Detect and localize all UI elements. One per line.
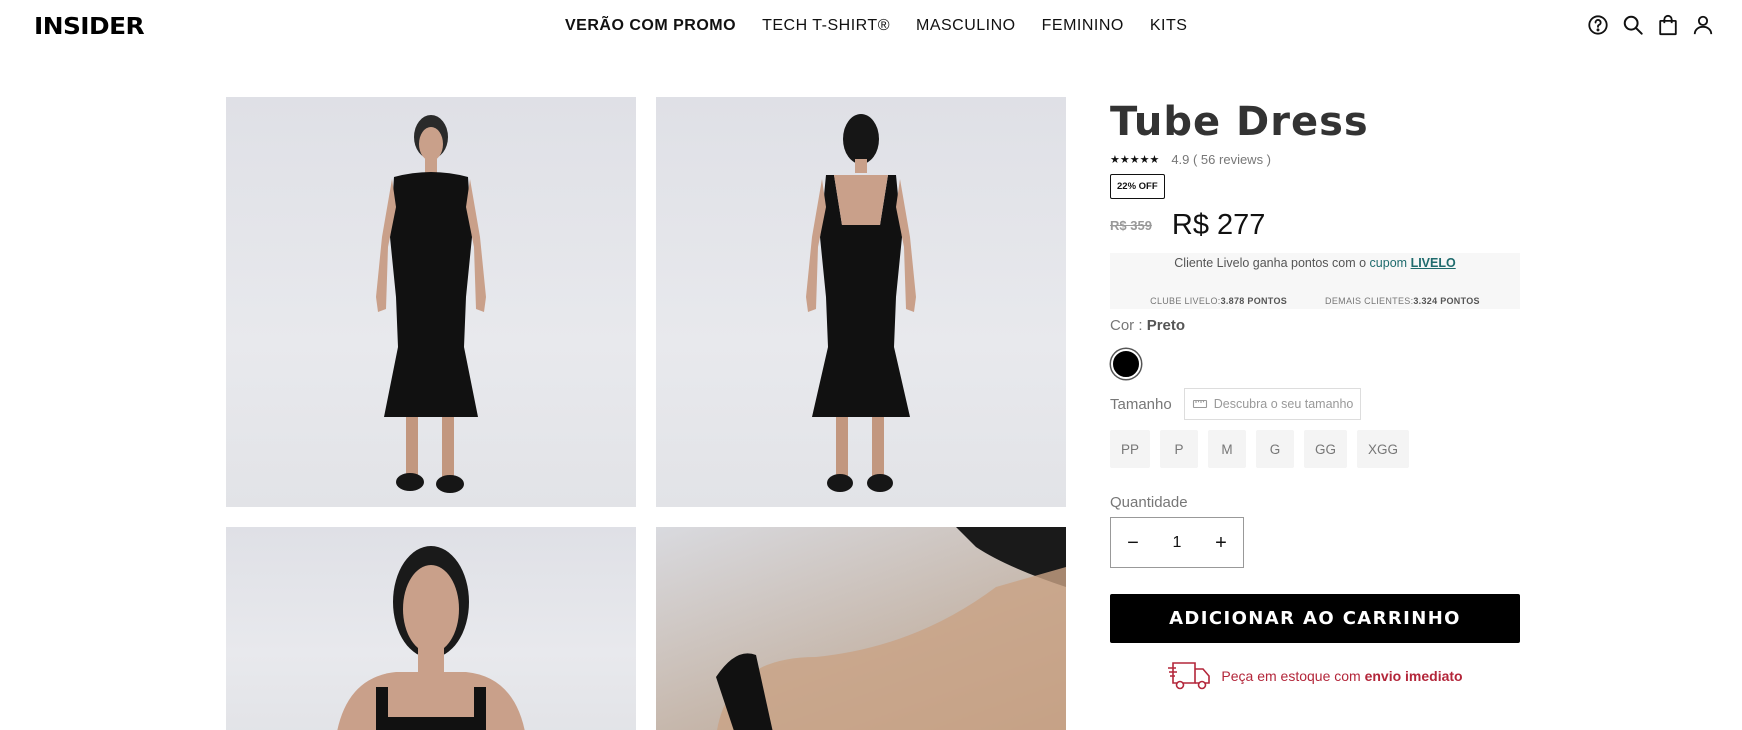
help-icon[interactable] xyxy=(1587,14,1609,36)
rating-row[interactable]: ★★★★★ 4.9 ( 56 reviews ) xyxy=(1110,149,1520,169)
dress-portrait-photo[interactable] xyxy=(226,527,636,730)
quantity-label: Quantidade xyxy=(1110,494,1188,511)
dress-front-photo[interactable] xyxy=(226,97,636,507)
add-to-cart-button[interactable]: ADICIONAR AO CARRINHO xyxy=(1110,594,1520,643)
rating-text[interactable]: 4.9 ( 56 reviews ) xyxy=(1171,152,1271,167)
livelo-other-points: DEMAIS CLIENTES:3.324 PONTOS xyxy=(1325,296,1480,306)
bag-icon[interactable] xyxy=(1657,14,1679,36)
old-price: R$ 359 xyxy=(1110,217,1152,233)
site-logo[interactable]: INSIDER xyxy=(34,15,145,39)
size-option-m[interactable]: M xyxy=(1208,430,1247,468)
user-icon[interactable] xyxy=(1692,14,1714,36)
search-icon[interactable] xyxy=(1622,14,1644,36)
size-label-row: Tamanho Descubra o seu tamanho xyxy=(1110,388,1520,420)
size-option-p[interactable]: P xyxy=(1160,430,1199,468)
livelo-banner: Cliente Livelo ganha pontos com o cupom … xyxy=(1110,253,1520,309)
product-info: Tube Dress ★★★★★ 4.9 ( 56 reviews ) 22% … xyxy=(1110,97,1520,693)
delivery-truck-icon xyxy=(1168,662,1211,690)
dress-back-photo[interactable] xyxy=(656,97,1066,507)
livelo-text: Cliente Livelo ganha pontos com o xyxy=(1174,256,1367,270)
size-options: PP P M G GG XGG xyxy=(1110,430,1520,468)
color-label-row: Cor : Preto xyxy=(1110,317,1520,341)
nav-item-tech-tshirt[interactable]: TECH T-SHIRT® xyxy=(762,16,890,36)
current-price: R$ 277 xyxy=(1171,208,1266,241)
livelo-coupon-link[interactable]: LIVELO xyxy=(1411,256,1456,270)
size-option-gg[interactable]: GG xyxy=(1304,430,1348,468)
quantity-decrease-button[interactable]: − xyxy=(1124,533,1142,553)
header-icons xyxy=(1587,14,1714,36)
stock-notice: Peça em estoque com envio imediato xyxy=(1110,659,1520,693)
livelo-cupom-text: cupom xyxy=(1369,256,1408,270)
nav-item-kits[interactable]: KITS xyxy=(1150,16,1188,36)
measuring-tape-icon xyxy=(1192,399,1207,409)
color-swatch-preto[interactable] xyxy=(1111,349,1141,379)
quantity-stepper: − 1 + xyxy=(1110,517,1244,568)
livelo-points: CLUBE LIVELO:3.878 PONTOS DEMAIS CLIENTE… xyxy=(1110,296,1520,306)
dress-shoulder-detail-photo[interactable] xyxy=(656,527,1066,730)
color-label: Cor : xyxy=(1110,317,1143,334)
price-row: R$ 359 R$ 277 xyxy=(1110,205,1520,245)
quantity-increase-button[interactable]: + xyxy=(1212,533,1230,553)
size-option-g[interactable]: G xyxy=(1256,430,1295,468)
nav-item-masculino[interactable]: MASCULINO xyxy=(916,16,1016,36)
main-nav: VERÃO COM PROMO TECH T-SHIRT® MASCULINO … xyxy=(565,16,1187,36)
size-option-xgg[interactable]: XGG xyxy=(1357,430,1410,468)
discount-badge: 22% OFF xyxy=(1110,174,1165,199)
find-size-button[interactable]: Descubra o seu tamanho xyxy=(1183,388,1362,420)
size-label: Tamanho xyxy=(1110,395,1172,413)
product-title: Tube Dress xyxy=(1110,99,1369,145)
quantity-value[interactable]: 1 xyxy=(1173,534,1182,552)
star-rating-icon: ★★★★★ xyxy=(1110,153,1160,166)
stock-text: Peça em estoque com envio imediato xyxy=(1221,668,1463,684)
livelo-club-points: CLUBE LIVELO:3.878 PONTOS xyxy=(1150,296,1288,306)
color-value: Preto xyxy=(1146,317,1186,334)
nav-item-verao-com-promo[interactable]: VERÃO COM PROMO xyxy=(565,16,736,36)
size-option-pp[interactable]: PP xyxy=(1110,430,1151,468)
nav-item-feminino[interactable]: FEMININO xyxy=(1042,16,1124,36)
site-header: INSIDER VERÃO COM PROMO TECH T-SHIRT® MA… xyxy=(0,0,1742,56)
livelo-message: Cliente Livelo ganha pontos com o cupom … xyxy=(1110,256,1520,270)
find-size-label: Descubra o seu tamanho xyxy=(1213,397,1354,411)
